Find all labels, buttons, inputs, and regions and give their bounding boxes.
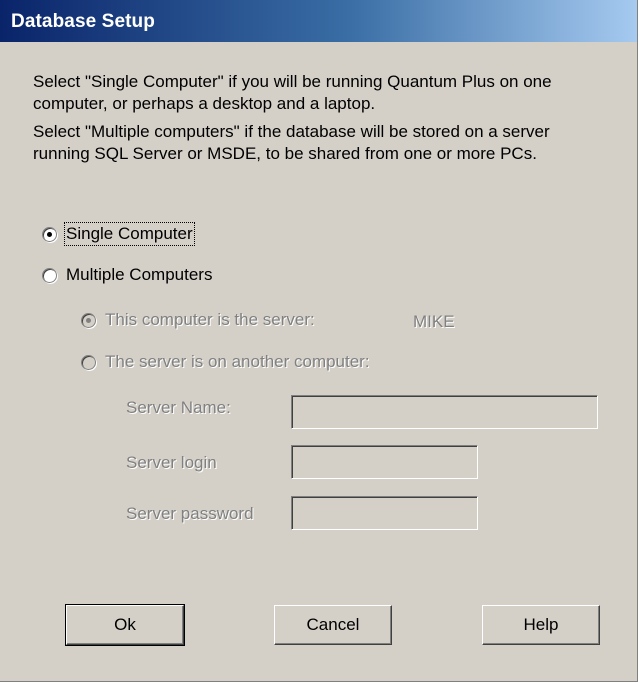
server-password-label: Server password xyxy=(126,504,254,523)
ok-button[interactable]: Ok xyxy=(65,604,185,646)
this-computer-server-label: This computer is the server: xyxy=(105,310,315,329)
this-computer-server-option[interactable]: This computer is the server: xyxy=(81,307,315,333)
radio-selected-dot xyxy=(86,317,91,323)
single-computer-option[interactable]: Single Computer xyxy=(42,221,195,247)
cancel-button[interactable]: Cancel xyxy=(274,605,392,645)
multiple-computers-label: Multiple Computers xyxy=(66,265,213,284)
this-computer-server-radio[interactable] xyxy=(81,312,96,328)
radio-selected-dot xyxy=(47,231,52,237)
multiple-computers-radio[interactable] xyxy=(42,267,57,283)
server-login-label: Server login xyxy=(126,453,217,472)
help-button[interactable]: Help xyxy=(482,605,600,645)
title-bar: Database Setup xyxy=(0,0,637,42)
single-computer-label: Single Computer xyxy=(64,222,195,246)
other-computer-server-label: The server is on another computer: xyxy=(105,352,370,371)
database-setup-dialog: Database Setup Select "Single Computer" … xyxy=(0,0,638,682)
server-password-input[interactable] xyxy=(291,496,478,530)
dialog-title: Database Setup xyxy=(11,11,155,32)
other-computer-server-option[interactable]: The server is on another computer: xyxy=(81,349,370,375)
single-computer-radio[interactable] xyxy=(42,226,57,242)
local-computer-name: MIKE xyxy=(413,312,455,331)
other-computer-server-radio[interactable] xyxy=(81,354,96,370)
server-name-input[interactable] xyxy=(291,395,598,429)
intro-single-text: Select "Single Computer" if you will be … xyxy=(33,72,552,113)
intro-multiple-text: Select "Multiple computers" if the datab… xyxy=(33,122,550,163)
server-name-label: Server Name: xyxy=(126,398,231,417)
server-login-input[interactable] xyxy=(291,445,478,479)
multiple-computers-option[interactable]: Multiple Computers xyxy=(42,262,212,288)
